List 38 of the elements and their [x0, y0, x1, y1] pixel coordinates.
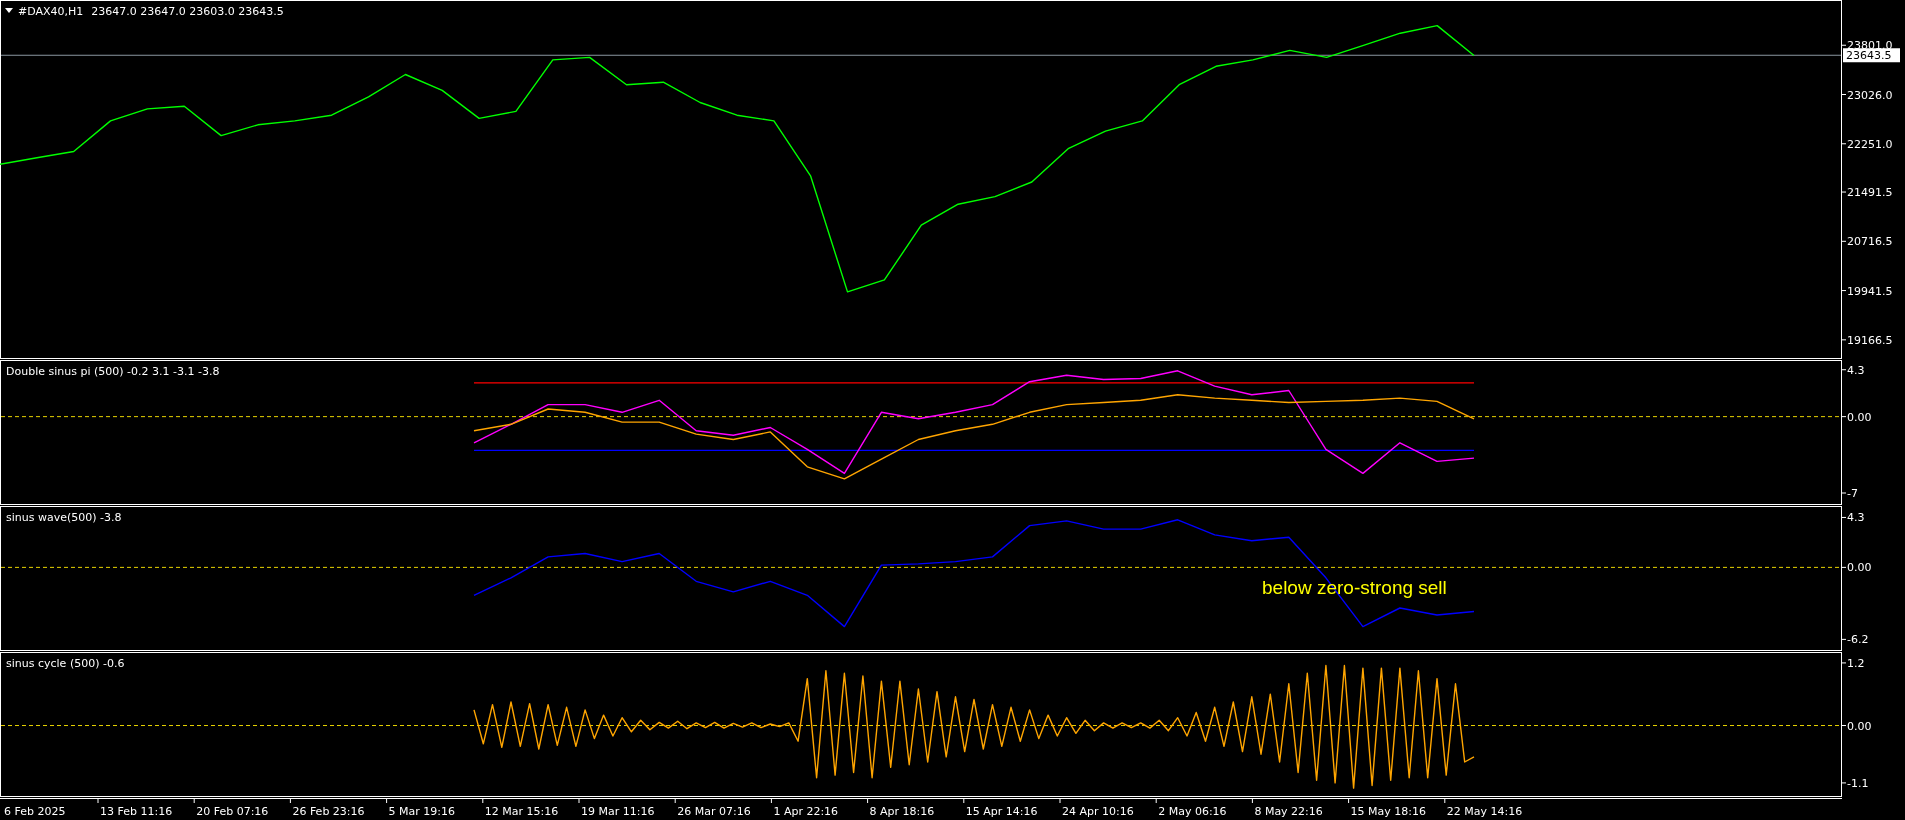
time-axis-label: 19 Mar 11:16 [581, 805, 655, 818]
axis-label: 0.00 [1847, 410, 1872, 424]
chart-title: sinus cycle (500) -0.6 [6, 657, 125, 670]
axis-label: -1.1 [1847, 776, 1869, 790]
axis-label: 20716.5 [1847, 235, 1893, 249]
chart-title: Double sinus pi (500) -0.2 3.1 -3.1 -3.8 [6, 365, 220, 378]
axis-label: 19166.5 [1847, 333, 1893, 347]
axis-label: -7 [1847, 487, 1858, 500]
axis-label: 19941.5 [1847, 284, 1893, 298]
time-axis-label: 6 Feb 2025 [4, 805, 66, 818]
time-axis-label: 15 Apr 14:16 [965, 805, 1038, 818]
time-axis-label: 8 Apr 18:16 [869, 805, 935, 818]
chart-title: sinus wave(500) -3.8 [6, 511, 122, 524]
time-axis-label: 13 Feb 11:16 [100, 805, 173, 818]
time-axis-label: 5 Mar 19:16 [388, 805, 456, 818]
chart-title: #DAX40,H1 23647.0 23647.0 23603.0 23643.5 [18, 5, 284, 18]
axis-label: 4.3 [1847, 363, 1865, 377]
axis-label: 0.00 [1847, 561, 1872, 575]
dropdown-triangle-icon[interactable] [5, 8, 13, 13]
time-axis-label: 26 Feb 23:16 [292, 805, 365, 818]
time-axis-label: 24 Apr 10:16 [1062, 805, 1134, 818]
time-axis-label: 20 Feb 07:16 [196, 805, 269, 818]
ref-line-label: 23643.5 [1846, 49, 1892, 63]
time-axis-label: 2 May 06:16 [1158, 805, 1227, 818]
axis-label: -6.2 [1847, 633, 1869, 647]
axis-label: 1.2 [1847, 656, 1865, 670]
axis-label: 0.00 [1847, 719, 1872, 733]
time-axis-label: 12 Mar 15:16 [484, 805, 559, 818]
axis-label: 23026.0 [1847, 88, 1893, 102]
time-axis-label: 22 May 14:16 [1446, 805, 1523, 818]
time-axis-label: 1 Apr 22:16 [773, 805, 839, 818]
time-axis-label: 26 Mar 07:16 [677, 805, 751, 818]
current-price-label: 23643.5 [1843, 48, 1900, 63]
axis-label: 4.3 [1847, 511, 1865, 525]
time-axis-label: 8 May 22:16 [1254, 805, 1323, 818]
time-axis-label: 15 May 18:16 [1350, 805, 1427, 818]
axis-label: 21491.5 [1847, 186, 1893, 200]
axis-label: 22251.0 [1847, 137, 1893, 151]
